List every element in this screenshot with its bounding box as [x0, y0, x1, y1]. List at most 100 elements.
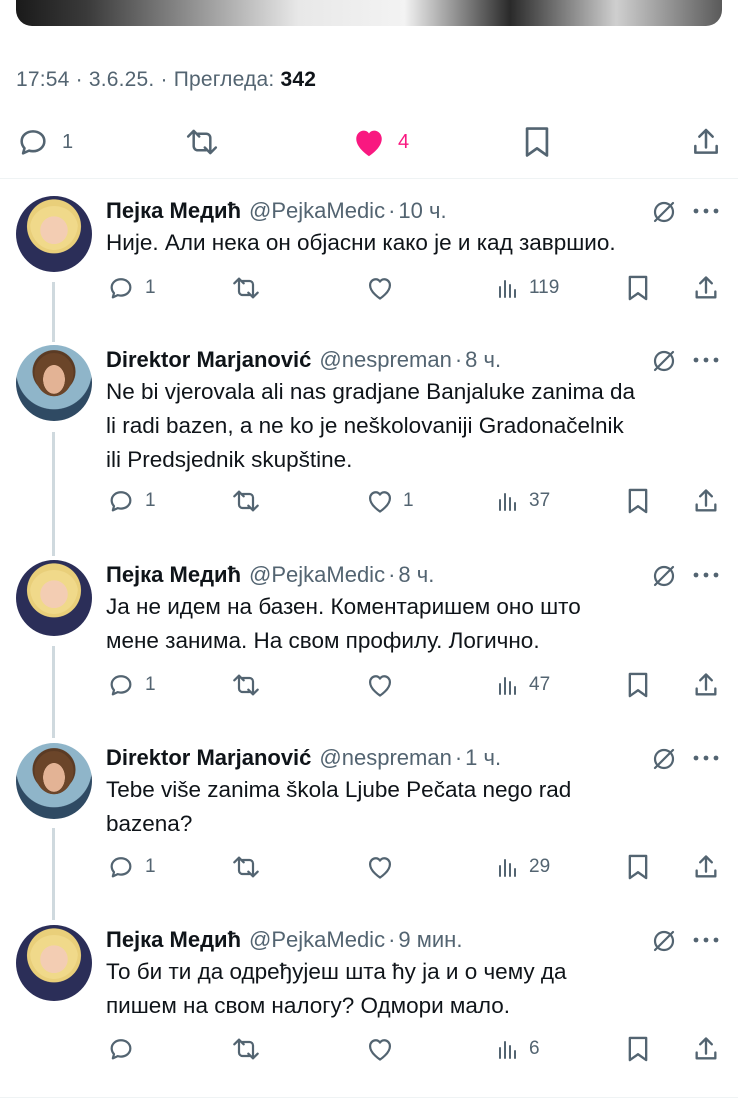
- retweet-icon: [233, 674, 259, 696]
- author-handle[interactable]: @PejkaMedic: [249, 927, 385, 953]
- views-button[interactable]: 37: [496, 486, 550, 516]
- like-button[interactable]: 4: [352, 122, 409, 162]
- tweet-text-line: ili Predsjednik skupštine.: [106, 447, 353, 472]
- more-icon[interactable]: [692, 753, 720, 763]
- reply-action-bar: 1 119: [106, 273, 722, 303]
- tweet-text: Tebe više zanima škola Ljube Pečata nego…: [106, 773, 716, 841]
- thread-line: [52, 646, 55, 738]
- author-handle[interactable]: @PejkaMedic: [249, 562, 385, 588]
- share-icon: [695, 489, 717, 512]
- tweet-text-line: Tebe više zanima škola Ljube Pečata nego…: [106, 777, 572, 802]
- author-name[interactable]: Пејка Медић: [106, 562, 241, 588]
- like-button[interactable]: [366, 1034, 403, 1064]
- author-name[interactable]: Пејка Медић: [106, 927, 241, 953]
- reply-count: 1: [145, 674, 156, 695]
- like-button[interactable]: [366, 852, 403, 882]
- share-icon: [695, 855, 717, 878]
- like-icon: [368, 675, 392, 697]
- tweet-date: 3.6.25.: [88, 68, 155, 91]
- reply-icon: [110, 1039, 132, 1060]
- separator-dot: ·: [388, 927, 396, 952]
- retweet-button[interactable]: [230, 273, 262, 303]
- bookmark-button[interactable]: [626, 273, 650, 303]
- retweet-button[interactable]: [230, 852, 262, 882]
- reply-button[interactable]: 1: [106, 852, 156, 882]
- divider: [0, 178, 738, 179]
- views-count: 6: [529, 1038, 540, 1059]
- bookmark-button[interactable]: [626, 1034, 650, 1064]
- reply-action-bar: 6: [106, 1034, 722, 1064]
- like-icon: [356, 130, 382, 157]
- tweet-time[interactable]: 1 ч.: [465, 745, 501, 771]
- views-button[interactable]: 47: [496, 670, 550, 700]
- retweet-button[interactable]: [230, 486, 262, 516]
- retweet-button[interactable]: [184, 122, 220, 162]
- more-icon[interactable]: [692, 355, 720, 365]
- share-button[interactable]: [690, 122, 722, 162]
- author-handle[interactable]: @nespreman: [319, 745, 451, 771]
- share-button[interactable]: [692, 273, 720, 303]
- like-icon: [368, 857, 392, 879]
- reply-icon: [20, 130, 46, 155]
- views-button[interactable]: 119: [496, 273, 559, 303]
- avatar[interactable]: [16, 560, 92, 636]
- mute-icon[interactable]: [651, 563, 677, 589]
- tweet-text: Није. Али нека он објасни како је и кад …: [106, 226, 716, 260]
- tweet-header: Пејка Медић @PejkaMedic · 10 ч.: [106, 196, 447, 226]
- bookmark-button[interactable]: [626, 486, 650, 516]
- share-button[interactable]: [692, 852, 720, 882]
- bookmark-button[interactable]: [522, 122, 552, 162]
- share-button[interactable]: [692, 670, 720, 700]
- tweet-time[interactable]: 8 ч.: [465, 347, 501, 373]
- views-button[interactable]: 6: [496, 1034, 540, 1064]
- like-icon: [368, 278, 392, 300]
- avatar[interactable]: [16, 196, 92, 272]
- author-name[interactable]: Пејка Медић: [106, 198, 241, 224]
- bookmark-button[interactable]: [626, 852, 650, 882]
- views-button[interactable]: 29: [496, 852, 550, 882]
- reply-button[interactable]: 1: [16, 122, 73, 162]
- views-label: Прегледа:: [173, 68, 275, 91]
- author-name[interactable]: Direktor Marjanović: [106, 347, 311, 373]
- tweet-text: Ја не идем на базен. Коментаришем оно шт…: [106, 590, 716, 658]
- bookmark-button[interactable]: [626, 670, 650, 700]
- views-count: 29: [529, 856, 551, 877]
- reply-button[interactable]: 1: [106, 273, 156, 303]
- reply-button[interactable]: 1: [106, 670, 156, 700]
- tweet-time[interactable]: 10 ч.: [398, 198, 446, 224]
- retweet-button[interactable]: [230, 670, 262, 700]
- reply-icon: [110, 491, 132, 512]
- tweet-header: Direktor Marjanović @nespreman · 1 ч.: [106, 743, 501, 773]
- separator-dot: ·: [388, 562, 396, 587]
- mute-icon[interactable]: [651, 746, 677, 772]
- avatar[interactable]: [16, 345, 92, 421]
- tweet-header: Пејка Медић @PejkaMedic · 9 мин.: [106, 925, 462, 955]
- avatar[interactable]: [16, 743, 92, 819]
- tweet-media-bottom[interactable]: [16, 0, 722, 26]
- author-handle[interactable]: @PejkaMedic: [249, 198, 385, 224]
- more-icon[interactable]: [692, 935, 720, 945]
- tweet-time[interactable]: 9 мин.: [398, 927, 462, 953]
- mute-icon[interactable]: [651, 928, 677, 954]
- tweet-time[interactable]: 8 ч.: [398, 562, 434, 588]
- reply-action-bar: 1 1 37: [106, 486, 722, 516]
- more-icon[interactable]: [692, 570, 720, 580]
- share-button[interactable]: [692, 1034, 720, 1064]
- like-button[interactable]: 1: [366, 486, 414, 516]
- author-name[interactable]: Direktor Marjanović: [106, 745, 311, 771]
- mute-icon[interactable]: [651, 199, 677, 225]
- mute-icon[interactable]: [651, 348, 677, 374]
- share-icon: [694, 128, 718, 154]
- more-icon[interactable]: [692, 206, 720, 216]
- reply-count: 1: [145, 277, 156, 298]
- share-button[interactable]: [692, 486, 720, 516]
- reply-button[interactable]: 1: [106, 486, 156, 516]
- views-icon: [499, 493, 516, 511]
- retweet-button[interactable]: [230, 1034, 262, 1064]
- avatar[interactable]: [16, 925, 92, 1001]
- tweet-text-line: li radi bazen, a ne ko je neškolovaniji …: [106, 413, 624, 438]
- author-handle[interactable]: @nespreman: [319, 347, 451, 373]
- reply-button[interactable]: [106, 1034, 145, 1064]
- like-button[interactable]: [366, 670, 403, 700]
- like-button[interactable]: [366, 273, 403, 303]
